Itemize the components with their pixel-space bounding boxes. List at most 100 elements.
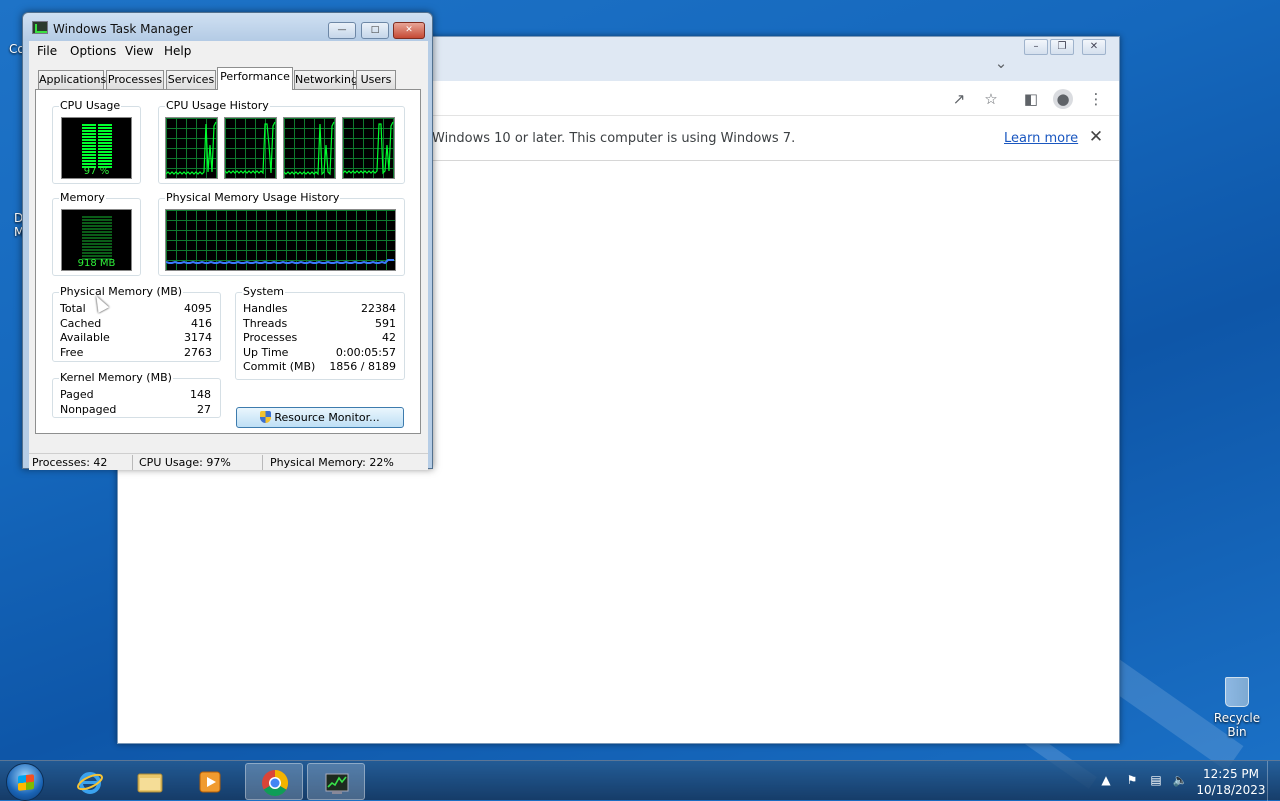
stat-value: 27 xyxy=(197,403,211,416)
system-clock[interactable]: 12:25 PM 10/18/2023 xyxy=(1196,766,1266,798)
status-processes: Processes: 42 xyxy=(32,456,108,469)
infobar-close-icon[interactable]: ✕ xyxy=(1086,127,1106,147)
chrome-close-button[interactable]: ✕ xyxy=(1082,39,1106,55)
menu-file[interactable]: File xyxy=(37,44,57,58)
cpu-usage-value: 97 % xyxy=(83,166,110,177)
performance-panel: CPU Usage 97 % CPU Usage History Memory xyxy=(35,89,421,434)
task-manager-app-icon xyxy=(32,21,48,34)
status-separator xyxy=(132,455,133,470)
task-manager-title-bar[interactable]: Windows Task Manager — □ ✕ xyxy=(23,13,432,41)
tab-users[interactable]: Users xyxy=(356,70,396,89)
chrome-menu-icon[interactable]: ⋮ xyxy=(1086,89,1106,109)
memory-group: Memory 918 MB xyxy=(52,191,141,276)
memory-history-graph xyxy=(165,209,396,271)
recycle-bin-label: Recycle Bin xyxy=(1213,711,1261,739)
menu-options[interactable]: Options xyxy=(70,44,116,58)
cpu-history-trace xyxy=(166,121,217,175)
status-cpu-usage: CPU Usage: 97% xyxy=(139,456,231,469)
windows-logo-icon xyxy=(18,774,34,791)
tab-services[interactable]: Services xyxy=(166,70,216,89)
cpu-history-label: CPU Usage History xyxy=(165,99,270,112)
taskbar-media-player[interactable] xyxy=(181,763,239,800)
volume-muted-icon[interactable]: 🔈 xyxy=(1172,773,1188,789)
stat-value: 1856 / 8189 xyxy=(329,360,396,373)
network-icon[interactable]: ▤ xyxy=(1148,773,1164,789)
status-separator xyxy=(262,455,263,470)
chrome-icon xyxy=(262,769,289,797)
memory-history-trace xyxy=(166,259,394,265)
maximize-button[interactable]: □ xyxy=(361,22,389,39)
tab-performance[interactable]: Performance xyxy=(217,67,293,90)
memory-meter: 918 MB xyxy=(61,209,132,271)
physical-memory-group: Physical Memory (MB) Total 4095 Cached 4… xyxy=(52,285,221,362)
stat-value: 3174 xyxy=(184,331,212,344)
stat-label: Free xyxy=(60,346,84,359)
resource-monitor-label: Resource Monitor... xyxy=(274,411,380,424)
uac-shield-icon xyxy=(260,411,272,423)
cpu-usage-group: CPU Usage 97 % xyxy=(52,99,141,184)
taskbar: ▲ ⚑ ▤ 🔈 12:25 PM 10/18/2023 xyxy=(0,760,1280,801)
show-hidden-icons-icon[interactable]: ▲ xyxy=(1098,773,1114,789)
bookmark-star-icon[interactable]: ☆ xyxy=(981,89,1001,109)
memory-meter-bars xyxy=(82,216,112,260)
cpu-history-graph-core-1 xyxy=(165,117,218,179)
side-panel-icon[interactable]: ◧ xyxy=(1021,89,1041,109)
taskbar-windows-explorer[interactable] xyxy=(121,763,179,800)
tab-search-chevron-icon[interactable]: ⌄ xyxy=(991,53,1011,73)
resource-monitor-button[interactable]: Resource Monitor... xyxy=(236,407,404,428)
profile-avatar-icon[interactable]: ● xyxy=(1053,89,1073,109)
tab-processes[interactable]: Processes xyxy=(106,70,164,89)
kernel-memory-group: Kernel Memory (MB) Paged 148 Nonpaged 27 xyxy=(52,371,221,418)
stat-label: Processes xyxy=(243,331,298,344)
task-manager-client: Applications Processes Services Performa… xyxy=(29,61,428,465)
stat-value: 416 xyxy=(191,317,212,330)
system-group: System Handles 22384 Threads 591 Process… xyxy=(235,285,405,380)
task-manager-icon xyxy=(325,773,349,794)
memory-value: 918 MB xyxy=(77,258,116,269)
minimize-button[interactable]: — xyxy=(328,22,356,39)
close-button[interactable]: ✕ xyxy=(393,22,425,39)
clock-time: 12:25 PM xyxy=(1203,767,1259,781)
stat-label: Threads xyxy=(243,317,288,330)
stat-value: 148 xyxy=(190,388,211,401)
share-icon[interactable]: ↗ xyxy=(949,89,969,109)
task-manager-window[interactable]: Windows Task Manager — □ ✕ File Options … xyxy=(22,12,433,470)
cpu-meter-bars xyxy=(82,124,112,168)
menu-bar: File Options View Help xyxy=(29,41,428,61)
infobar-message: Windows 10 or later. This computer is us… xyxy=(432,131,796,146)
learn-more-link[interactable]: Learn more xyxy=(1004,131,1078,146)
stat-value: 4095 xyxy=(184,302,212,315)
start-button[interactable] xyxy=(6,763,44,801)
memory-history-label: Physical Memory Usage History xyxy=(165,191,341,204)
window-title: Windows Task Manager xyxy=(53,22,193,36)
kernel-memory-title: Kernel Memory (MB) xyxy=(59,371,173,384)
folder-icon xyxy=(137,773,163,793)
action-center-flag-icon[interactable]: ⚑ xyxy=(1124,773,1140,789)
cpu-usage-label: CPU Usage xyxy=(59,99,122,112)
stat-label: Cached xyxy=(60,317,102,330)
taskbar-chrome[interactable] xyxy=(245,763,303,800)
internet-explorer-icon xyxy=(77,772,103,794)
show-desktop-button[interactable] xyxy=(1267,761,1280,801)
recycle-bin-desktop-icon[interactable]: Recycle Bin xyxy=(1205,677,1269,739)
chrome-restore-button[interactable]: ❐ xyxy=(1050,39,1074,55)
memory-label: Memory xyxy=(59,191,106,204)
stat-label: Available xyxy=(60,331,110,344)
menu-view[interactable]: View xyxy=(125,44,153,58)
cpu-history-graph-core-4 xyxy=(342,117,395,179)
cpu-history-graph-core-2 xyxy=(224,117,277,179)
stat-value: 0:00:05:57 xyxy=(335,346,396,359)
memory-history-group: Physical Memory Usage History xyxy=(158,191,405,276)
clock-date: 10/18/2023 xyxy=(1196,783,1266,797)
stat-value: 42 xyxy=(382,331,396,344)
taskbar-internet-explorer[interactable] xyxy=(61,763,119,800)
stat-label: Up Time xyxy=(243,346,289,359)
taskbar-task-manager[interactable] xyxy=(307,763,365,800)
stat-value: 591 xyxy=(375,317,396,330)
menu-help[interactable]: Help xyxy=(164,44,191,58)
tab-networking[interactable]: Networking xyxy=(294,70,358,89)
system-title: System xyxy=(242,285,286,298)
tab-applications[interactable]: Applications xyxy=(38,70,106,89)
cpu-history-trace xyxy=(284,121,335,176)
chrome-minimize-button[interactable]: – xyxy=(1024,39,1048,55)
